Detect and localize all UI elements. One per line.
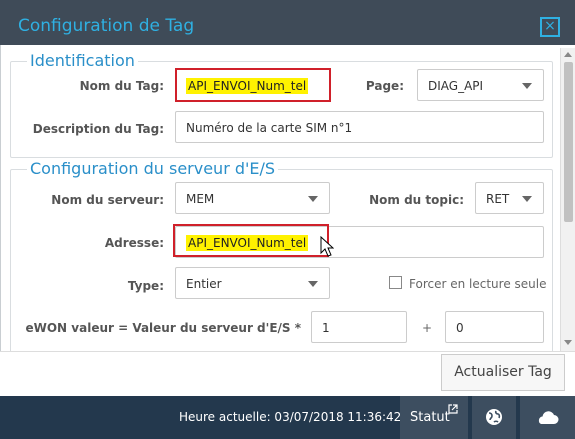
server-name-value: MEM [186, 192, 215, 206]
dialog-title: Configuration de Tag [18, 16, 195, 36]
tag-name-label: Nom du Tag: [79, 79, 164, 93]
type-label: Type: [127, 279, 164, 293]
offset-value: 0 [456, 321, 464, 335]
ewon-formula-label: eWON valeur = Valeur du serveur d'E/S * [25, 321, 301, 335]
io-server-legend: Configuration du serveur d'E/S [27, 159, 279, 178]
chevron-down-icon [308, 196, 318, 202]
chevron-down-icon [308, 281, 318, 287]
statut-button[interactable]: Statut [400, 396, 468, 439]
multiplier-input[interactable]: 1 [311, 311, 407, 343]
update-tag-button[interactable]: Actualiser Tag [441, 354, 565, 391]
identification-legend: Identification [27, 51, 138, 70]
page-label: Page: [365, 79, 404, 93]
description-label: Description du Tag: [32, 122, 164, 136]
type-select[interactable]: Entier [175, 267, 330, 299]
address-annotation-box [173, 224, 329, 257]
scroll-thumb[interactable] [564, 62, 573, 222]
current-time: Heure actuelle: 03/07/2018 11:36:42 [179, 410, 402, 424]
address-label: Adresse: [104, 236, 164, 250]
server-name-label: Nom du serveur: [51, 193, 164, 207]
title-bar: Configuration de Tag × [0, 0, 575, 50]
topic-label: Nom du topic: [369, 193, 464, 207]
scroll-up-icon[interactable] [564, 52, 572, 57]
tag-config-window: Configuration de Tag × Identification No… [0, 0, 575, 439]
statut-label: Statut [410, 410, 450, 425]
close-icon: × [544, 18, 556, 34]
type-value: Entier [186, 277, 222, 291]
description-value: Numéro de la carte SIM n°1 [186, 121, 353, 135]
topic-select[interactable]: RET [475, 182, 544, 214]
readonly-label: Forcer en lecture seule [409, 277, 547, 291]
offset-input[interactable]: 0 [445, 311, 544, 343]
tag-name-annotation-box [175, 68, 331, 102]
scroll-down-icon[interactable] [564, 340, 572, 345]
page-select-value: DIAG_API [428, 79, 484, 93]
cloud-icon [538, 411, 559, 424]
description-input[interactable]: Numéro de la carte SIM n°1 [175, 111, 544, 143]
dialog-body: Identification Nom du Tag: API_ENVOI_Num… [0, 45, 575, 351]
plus-sign: + [422, 321, 433, 335]
status-bar: Heure actuelle: 03/07/2018 11:36:42 Stat… [0, 396, 575, 439]
globe-icon [486, 409, 502, 425]
multiplier-value: 1 [322, 321, 330, 335]
dialog-scrollbar[interactable] [560, 48, 575, 351]
topic-value: RET [486, 192, 510, 206]
page-select[interactable]: DIAG_API [417, 69, 544, 101]
chevron-down-icon [522, 83, 532, 89]
server-name-select[interactable]: MEM [175, 182, 330, 214]
external-link-icon [448, 404, 458, 414]
globe-button[interactable] [472, 396, 516, 439]
mouse-cursor-icon [320, 236, 334, 257]
close-button[interactable]: × [540, 17, 560, 37]
cloud-button[interactable] [520, 396, 575, 439]
readonly-checkbox[interactable] [389, 276, 402, 289]
chevron-down-icon [522, 196, 532, 202]
